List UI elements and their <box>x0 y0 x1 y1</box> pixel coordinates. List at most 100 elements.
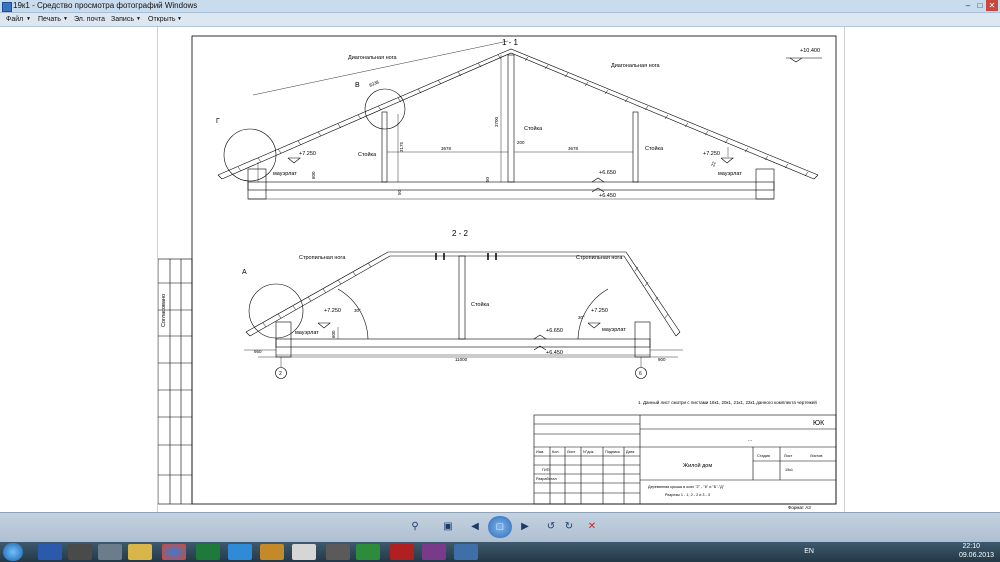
archive-icon[interactable] <box>326 544 350 560</box>
stamp-hdr-data: Дата <box>626 450 635 454</box>
menu-bar: Файл ▼ Печать ▼ Эл. почта Запись ▼ Открыть ▼ <box>0 13 1000 27</box>
close-icon[interactable]: ✕ <box>986 0 998 11</box>
chevron-down-icon: ▼ <box>63 16 68 22</box>
label-length: 8338 <box>368 79 380 88</box>
title-block <box>533 414 837 505</box>
taskbar: EN 22:10 09.06.2013 <box>0 542 1000 562</box>
stamp-hdr-ndok: N°док. <box>583 450 594 454</box>
axis-label-right: 6 <box>639 371 642 377</box>
stamp-code: ЮК <box>813 420 825 427</box>
label-dim-span-2: 11000 <box>455 357 468 362</box>
label-elev-right-2: +7.250 <box>591 308 608 314</box>
word-icon[interactable] <box>38 544 62 560</box>
label-elev-mid1-2: +6.650 <box>546 328 563 334</box>
label-mauerlat-left-2: мауэрлат <box>295 330 319 336</box>
label-node-g: Г <box>216 118 220 125</box>
label-node-a: А <box>242 269 247 276</box>
viewer-controls: ⚲ ▣ ◀ □ ▶ ↺ ↻ ✕ <box>0 512 1000 543</box>
label-dim-right-2: 900 <box>658 357 666 362</box>
menu-print[interactable]: Печать <box>38 13 61 26</box>
title-bar: 19к1 - Средство просмотра фотографий Win… <box>0 0 1000 13</box>
sheet-note: 1. Данный лист смотри с листами 18к1, 20… <box>638 399 817 405</box>
stamp-razrab: Разработал <box>536 477 557 481</box>
ie-icon[interactable] <box>228 544 252 560</box>
label-mauerlat-left: мауэрлат <box>273 171 297 177</box>
label-diag-rafter-left: Диагональная нога <box>348 55 398 61</box>
label-dim-center: 200 <box>517 140 525 145</box>
stamp-hdr-izm: Изм. <box>536 450 544 454</box>
start-button[interactable] <box>3 543 23 561</box>
notepad-icon[interactable] <box>292 544 316 560</box>
label-mauerlat-right: мауэрлат <box>718 171 742 177</box>
label-elev-right: +7.250 <box>703 151 720 157</box>
chevron-down-icon: ▼ <box>26 16 31 22</box>
menu-open[interactable]: Открыть <box>148 13 176 26</box>
photo-viewer-icon[interactable] <box>454 544 478 560</box>
axis-label-left: 2 <box>279 371 282 377</box>
label-dim-span-left: 3678 <box>441 146 452 151</box>
label-node-v: В <box>355 82 360 89</box>
label-dim-50: 50 <box>397 189 402 195</box>
label-elev-left-2: +7.250 <box>324 308 341 314</box>
slideshow-button[interactable]: □ <box>488 516 512 538</box>
stamp-stage: Стадия <box>757 454 770 458</box>
minimize-icon[interactable]: – <box>962 0 974 11</box>
actual-size-icon[interactable]: ▣ <box>441 520 455 534</box>
label-dim-600-2: 600 <box>331 330 336 338</box>
stamp-hdr-list: Лист <box>567 450 576 454</box>
stamp-hdr-podp: Подпись <box>605 450 620 454</box>
folder-icon[interactable] <box>128 544 152 560</box>
previous-icon[interactable]: ◀ <box>468 520 482 534</box>
menu-email[interactable]: Эл. почта <box>74 13 105 26</box>
stamp-sheet-no: 19к1 <box>785 468 793 472</box>
label-post-center: Стойка <box>524 125 543 132</box>
window-controls: – □ ✕ <box>962 0 998 12</box>
label-angle-right: 30° <box>578 315 585 320</box>
zoom-icon[interactable]: ⚲ <box>408 520 422 534</box>
language-indicator[interactable]: EN <box>804 548 814 555</box>
stamp-dots: ... <box>748 437 752 443</box>
next-icon[interactable]: ▶ <box>518 520 532 534</box>
label-post-2: Стойка <box>471 301 490 308</box>
label-dim-span-right: 3678 <box>568 146 579 151</box>
clock-date[interactable]: 09.06.2013 <box>959 552 994 559</box>
label-elev-mid1: +6.650 <box>599 170 616 176</box>
excel-icon[interactable] <box>196 544 220 560</box>
stamp-object: Жилой дом <box>683 462 712 469</box>
stamp-desc2: Разрезы 1 - 1, 2 - 2 и 3 - 3 <box>665 493 710 497</box>
label-dim-50b: 50 <box>485 176 490 182</box>
menu-file[interactable]: Файл <box>6 13 23 26</box>
label-rafter-right: Стропильная нога <box>576 255 623 261</box>
pdf-icon[interactable] <box>390 544 414 560</box>
menu-burn[interactable]: Запись <box>111 13 134 26</box>
app-icon <box>2 2 12 12</box>
stamp-sheet: Лист <box>784 454 793 458</box>
winrar-icon[interactable] <box>422 544 446 560</box>
media-icon[interactable] <box>260 544 284 560</box>
rotate-left-icon[interactable]: ↺ <box>544 520 558 534</box>
label-post-right: Стойка <box>645 145 664 152</box>
label-angle-left: 30° <box>354 308 361 313</box>
rotate-right-icon[interactable]: ↻ <box>562 520 576 534</box>
label-dim-left-post: 3175 <box>399 141 404 152</box>
drawing-sheet: 1 - 1 Диагональная нога Диагональная ног… <box>157 27 845 512</box>
stamp-format: Формат А3 <box>788 505 811 510</box>
stamp-gip: ГИП <box>542 468 550 472</box>
stamp-desc1: Деревянная крыша в осях "2" - "6" и "Б"-… <box>648 485 725 489</box>
delete-icon[interactable]: ✕ <box>585 520 599 534</box>
drawing-canvas: 1 - 1 Диагональная нога Диагональная ног… <box>157 35 837 510</box>
label-agreed: Согласовано <box>161 294 167 327</box>
section-1-title: 1 - 1 <box>502 38 519 47</box>
torrent-icon[interactable] <box>356 544 380 560</box>
label-elev-left: +7.250 <box>299 151 316 157</box>
window-title: 19к1 - Средство просмотра фотографий Win… <box>13 1 198 10</box>
maximize-icon[interactable]: □ <box>974 0 986 11</box>
game-icon[interactable] <box>68 544 92 560</box>
clock-time[interactable]: 22:10 <box>962 543 980 550</box>
label-mauerlat-right-2: мауэрлат <box>602 327 626 333</box>
tool-icon[interactable] <box>98 544 122 560</box>
stamp-hdr-kol: Кол. <box>552 450 560 454</box>
chrome-icon[interactable] <box>162 544 186 560</box>
label-elev-top: +10.400 <box>800 48 820 54</box>
label-dim-right-angle: 22 <box>710 160 717 167</box>
